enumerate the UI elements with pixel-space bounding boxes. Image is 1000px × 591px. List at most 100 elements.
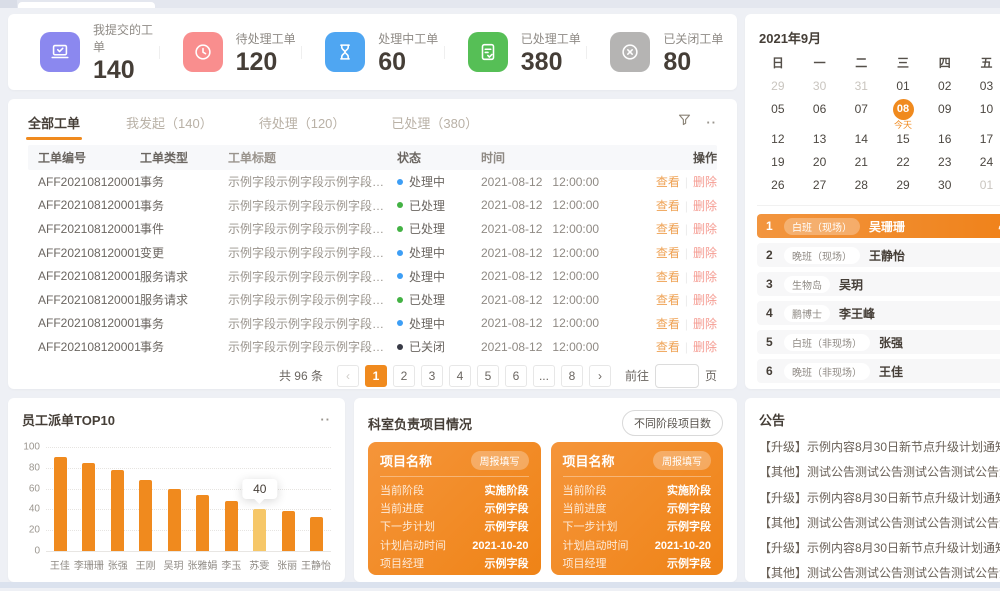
calendar-day-cell[interactable]: 17	[966, 128, 1000, 151]
bar[interactable]	[310, 517, 323, 551]
calendar-day-cell[interactable]: 21	[840, 151, 882, 174]
shift-row[interactable]: 5白班（非现场）张强	[757, 330, 1000, 354]
shift-row[interactable]: 2晚班（现场）王静怡	[757, 243, 1000, 267]
goto-page-input[interactable]	[655, 364, 699, 388]
calendar-day-cell[interactable]: 12	[757, 128, 799, 151]
weekly-report-badge[interactable]: 周报填写	[653, 451, 711, 470]
calendar-day-cell[interactable]: 31	[840, 75, 882, 98]
announcement-item[interactable]: 【升级】示例内容8月30日新节点升级计划通知	[759, 536, 1000, 561]
shift-row[interactable]: 6晚班（非现场）王佳	[757, 359, 1000, 383]
calendar-day-cell[interactable]: 15	[882, 128, 924, 151]
calendar-day-cell[interactable]: 30	[799, 75, 841, 98]
table-row: AFF202108120001服务请求示例字段示例字段示例字段示例字段示例字段已…	[28, 288, 717, 312]
order-type: 事务	[140, 173, 228, 190]
calendar-day-cell[interactable]: 01	[966, 174, 1000, 197]
calendar-day-cell[interactable]: 24	[966, 151, 1000, 174]
calendar-day-cell[interactable]: 19	[757, 151, 799, 174]
announcement-item[interactable]: 【升级】示例内容8月30日新节点升级计划通知	[759, 486, 1000, 511]
view-link[interactable]: 查看	[656, 222, 680, 236]
bar[interactable]	[282, 511, 295, 551]
delete-link[interactable]: 删除	[693, 293, 717, 307]
bar[interactable]	[196, 495, 209, 551]
view-link[interactable]: 查看	[656, 317, 680, 331]
page-ellipsis[interactable]: ...	[533, 365, 555, 387]
calendar-day-cell[interactable]: 20	[799, 151, 841, 174]
shift-row[interactable]: 4鹏博士李王峰	[757, 301, 1000, 325]
calendar-day-cell[interactable]: 29	[882, 174, 924, 197]
more-icon[interactable]: ··	[706, 115, 717, 130]
page-button[interactable]: 8	[561, 365, 583, 387]
delete-link[interactable]: 删除	[693, 340, 717, 354]
calendar-day-cell[interactable]: 22	[882, 151, 924, 174]
order-date: 2021-08-12	[481, 340, 542, 354]
calendar-day-cell[interactable]: 14	[840, 128, 882, 151]
tab-已处理（380）[interactable]: 已处理（380）	[391, 113, 478, 132]
delete-link[interactable]: 删除	[693, 222, 717, 236]
bar[interactable]	[225, 501, 238, 551]
calendar-day-cell[interactable]: 05	[757, 98, 799, 121]
tab-待处理（120）[interactable]: 待处理（120）	[259, 113, 346, 132]
view-link[interactable]: 查看	[656, 175, 680, 189]
field-value: 示例字段	[667, 555, 711, 573]
stage-count-button[interactable]: 不同阶段项目数	[622, 410, 723, 436]
page-button[interactable]: 4	[449, 365, 471, 387]
view-link[interactable]: 查看	[656, 199, 680, 213]
calendar-day-cell[interactable]: 10	[966, 98, 1000, 121]
more-icon[interactable]: ··	[320, 412, 331, 427]
delete-link[interactable]: 删除	[693, 246, 717, 260]
browser-active-tab[interactable]	[18, 2, 155, 8]
calendar-day-cell[interactable]: 01	[882, 75, 924, 98]
calendar-today-cell[interactable]: 08今天	[882, 98, 924, 121]
bar[interactable]	[111, 470, 124, 551]
stat-item: 我提交的工单140	[16, 21, 159, 83]
calendar-day-cell[interactable]: 06	[799, 98, 841, 121]
order-title: 示例字段示例字段示例字段示例字段示例字段	[228, 197, 397, 214]
calendar-day-cell[interactable]: 27	[799, 174, 841, 197]
calendar-day-cell[interactable]: 02	[924, 75, 966, 98]
shift-row[interactable]: 3生物岛吴玥	[757, 272, 1000, 296]
shift-row[interactable]: 1白班（现场）吴珊珊	[757, 214, 1000, 238]
page-button[interactable]: 3	[421, 365, 443, 387]
view-link[interactable]: 查看	[656, 293, 680, 307]
delete-link[interactable]: 删除	[693, 317, 717, 331]
calendar-day-cell[interactable]: 30	[924, 174, 966, 197]
announcement-item[interactable]: 【升级】示例内容8月30日新节点升级计划通知	[759, 435, 1000, 460]
order-id: AFF202108120001	[28, 222, 140, 236]
delete-link[interactable]: 删除	[693, 270, 717, 284]
tab-我发起（140）[interactable]: 我发起（140）	[126, 113, 213, 132]
view-link[interactable]: 查看	[656, 270, 680, 284]
next-page-button[interactable]: ›	[589, 365, 611, 387]
calendar-day-cell[interactable]: 26	[757, 174, 799, 197]
prev-page-button[interactable]: ‹	[337, 365, 359, 387]
shift-tag: 晚班（非现场）	[784, 363, 870, 380]
calendar-day-cell[interactable]: 13	[799, 128, 841, 151]
delete-link[interactable]: 删除	[693, 199, 717, 213]
view-link[interactable]: 查看	[656, 340, 680, 354]
view-link[interactable]: 查看	[656, 246, 680, 260]
calendar-day-cell[interactable]: 07	[840, 98, 882, 121]
page-button[interactable]: 5	[477, 365, 499, 387]
delete-link[interactable]: 删除	[693, 175, 717, 189]
weekly-report-badge[interactable]: 周报填写	[471, 451, 529, 470]
announcement-item[interactable]: 【其他】测试公告测试公告测试公告测试公告测试公告	[759, 511, 1000, 536]
filter-icon[interactable]	[677, 112, 692, 132]
order-type: 事务	[140, 315, 228, 332]
stat-item: 待处理工单120	[159, 30, 302, 75]
calendar-day-cell[interactable]: 28	[840, 174, 882, 197]
order-title: 示例字段示例字段示例字段示例字段示例字段	[228, 315, 397, 332]
bar[interactable]	[82, 463, 95, 551]
bar[interactable]	[253, 509, 266, 551]
page-button[interactable]: 6	[505, 365, 527, 387]
tab-全部工单[interactable]: 全部工单	[28, 113, 80, 132]
calendar-day-cell[interactable]: 23	[924, 151, 966, 174]
calendar-day-cell[interactable]: 03	[966, 75, 1000, 98]
bar[interactable]	[168, 489, 181, 551]
calendar-day-cell[interactable]: 29	[757, 75, 799, 98]
calendar-day-cell[interactable]: 09	[924, 98, 966, 121]
page-button[interactable]: 1	[365, 365, 387, 387]
bar[interactable]	[139, 480, 152, 551]
bar[interactable]	[54, 457, 67, 551]
announcement-item[interactable]: 【其他】测试公告测试公告测试公告测试公告测试公告	[759, 460, 1000, 485]
calendar-day-cell[interactable]: 16	[924, 128, 966, 151]
page-button[interactable]: 2	[393, 365, 415, 387]
